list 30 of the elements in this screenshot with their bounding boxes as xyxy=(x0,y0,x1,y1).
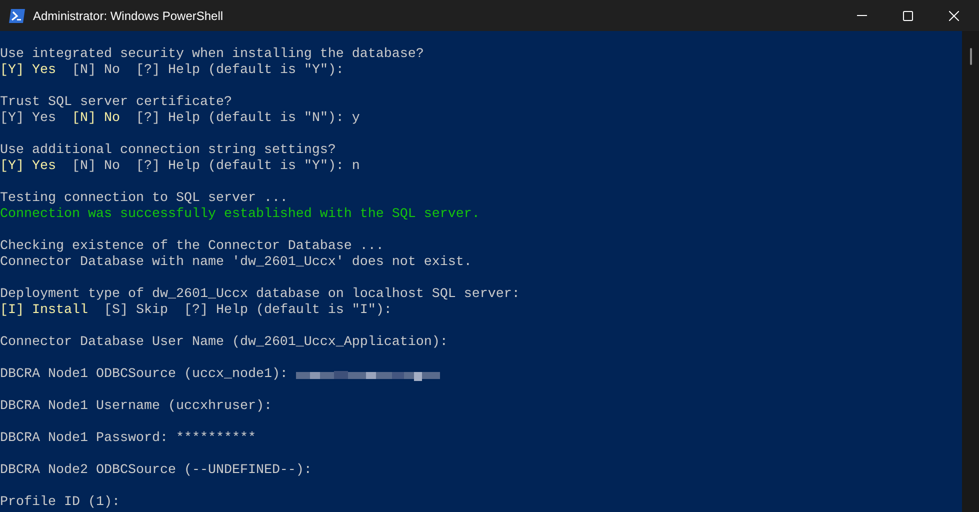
console-text: Testing connection to SQL server ... xyxy=(0,191,288,207)
console-text: Deployment type of dw_2601_Uccx database on localhost SQL server: xyxy=(0,287,520,303)
console-text: DBCRA Node1 Username (uccxhruser): xyxy=(0,399,272,415)
console-text: Checking existence of the Connector Database ... xyxy=(0,239,384,255)
console-text: [N] No [?] Help (default is "Y"): n xyxy=(70,159,360,175)
console-text: [?] Help (default is "N"): y xyxy=(134,111,360,127)
blurred-value-icon xyxy=(296,369,440,381)
console-text: [N] No xyxy=(72,111,120,127)
console-text: DBCRA Node1 ODBCSource (uccx_node1): xyxy=(0,367,289,383)
console-text: Trust SQL server certificate? xyxy=(0,95,232,111)
console-text: Use integrated security when installing the database? xyxy=(0,47,424,63)
console-text: [Y] Yes xyxy=(0,159,56,175)
console-text: [I] Install xyxy=(0,303,88,319)
window-title: Administrator: Windows PowerShell xyxy=(33,8,224,24)
console-text: Connector Database User Name (dw_2601_Uccx_Application): xyxy=(0,335,448,351)
console-text: Connection was successfully established with the SQL server. xyxy=(0,207,480,223)
powershell-icon xyxy=(9,8,25,22)
console-text: [Y] Yes xyxy=(0,111,57,127)
close-icon xyxy=(949,10,959,20)
scrollbar-thumb[interactable] xyxy=(970,48,972,65)
console-text: DBCRA Node2 ODBCSource (--UNDEFINED--): xyxy=(0,463,312,479)
minimize-icon xyxy=(857,15,867,16)
console-text: [Y] Yes xyxy=(0,63,56,79)
console-text: Profile ID (1): xyxy=(0,495,120,511)
console-text: DBCRA Node1 Password: ********** xyxy=(0,431,256,447)
console-text: [N] No [?] Help (default is "Y"): xyxy=(70,63,344,79)
console-text: [S] Skip [?] Help (default is "I"): xyxy=(102,303,392,319)
maximize-icon xyxy=(903,10,913,20)
console-text: Connector Database with name 'dw_2601_Uccx' does not exist. xyxy=(0,255,472,271)
console-text: Use additional connection string settings? xyxy=(0,143,336,159)
